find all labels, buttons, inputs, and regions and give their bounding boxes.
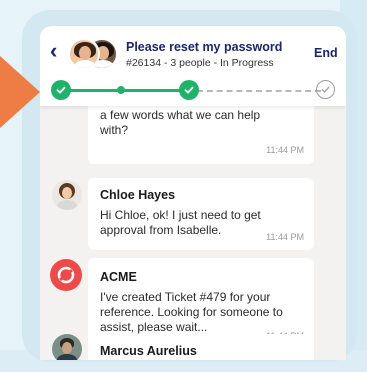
sender-name: ACME [100, 270, 137, 284]
sender-name: Marcus Aurelius [100, 344, 197, 358]
end-button[interactable]: End [314, 46, 338, 60]
message-list[interactable]: a few words what we can help with? 11:44… [40, 100, 346, 360]
message-text-line: reference. Looking for someone to [100, 305, 283, 319]
step-pending-icon [316, 80, 335, 99]
message-bubble: Chloe Hayes Hi Chloe, ok! I just need to… [88, 178, 314, 250]
message-bubble: ACME I've created Ticket #479 for your r… [88, 258, 314, 346]
marcus-avatar [52, 334, 82, 360]
chloe-avatar [52, 180, 82, 210]
chat-header: ‹ Please reset my password #26134 - 3 pe… [40, 26, 346, 106]
acme-logo-icon [50, 259, 82, 291]
step-current-dot [117, 86, 125, 94]
sender-name: Chloe Hayes [100, 188, 176, 202]
progress-line-completed [65, 89, 125, 92]
progress-line-pending [197, 90, 321, 92]
message-text-line: with? [100, 123, 129, 137]
progress-tracker [51, 79, 337, 101]
chat-screen: ‹ Please reset my password #26134 - 3 pe… [40, 26, 346, 360]
message-time: 11:44 PM [266, 145, 304, 155]
participant-avatar [68, 38, 100, 70]
chevron-left-icon[interactable]: ‹ [50, 40, 57, 62]
step-complete-icon [51, 80, 71, 100]
message-text-line: a few words what we can help [100, 108, 261, 122]
decorative-orange-triangle [0, 56, 40, 128]
message-text-line: approval from Isabelle. [100, 223, 222, 237]
message-bubble: a few words what we can help with? 11:44… [88, 100, 314, 164]
message-text-line: assist, please wait... [100, 320, 208, 334]
progress-line-completed [125, 89, 187, 92]
message-time: 11:44 PM [266, 232, 304, 242]
ticket-title: Please reset my password [126, 40, 283, 54]
message-text-line: Hi Chloe, ok! I just need to get [100, 208, 261, 222]
ticket-subtitle: #26134 - 3 people - In Progress [126, 57, 274, 69]
step-complete-icon [179, 80, 199, 100]
message-text-line: I've created Ticket #479 for your [100, 290, 271, 304]
message-bubble: Marcus Aurelius [88, 334, 314, 360]
